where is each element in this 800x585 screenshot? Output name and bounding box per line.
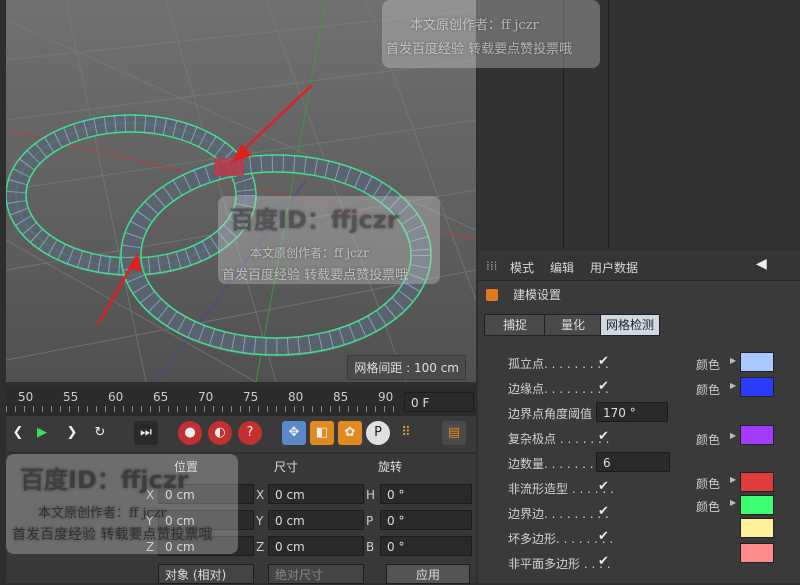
bad-polygons-checkbox[interactable]: ✔ bbox=[598, 529, 609, 544]
expand-triangle-icon[interactable]: ▶ bbox=[730, 498, 736, 507]
timeline-tick: 55 bbox=[63, 390, 79, 404]
rotation-h-field[interactable]: 0 ° bbox=[380, 484, 472, 504]
timeline-tick: 90 bbox=[378, 390, 394, 404]
size-z-field[interactable]: 0 cm bbox=[268, 536, 364, 556]
axis-label: Z bbox=[256, 540, 265, 554]
timeline-tick: 70 bbox=[198, 390, 214, 404]
watermark-brand: 百度ID：ffjczr bbox=[20, 466, 189, 494]
back-arrow-icon[interactable]: ◀ bbox=[756, 256, 767, 272]
rotation-b-field[interactable]: 0 ° bbox=[380, 536, 472, 556]
isolated-points-checkbox[interactable]: ✔ bbox=[598, 354, 609, 369]
boundary-points-checkbox[interactable]: ✔ bbox=[598, 379, 609, 394]
complex-poles-checkbox[interactable]: ✔ bbox=[598, 429, 609, 444]
panel-divider bbox=[608, 0, 609, 248]
tab-mesh-check[interactable]: 网格检测 bbox=[600, 314, 660, 336]
rotate-key-icon[interactable]: ✿ bbox=[338, 421, 362, 445]
non-manifold-color-swatch[interactable] bbox=[740, 472, 774, 492]
non-planar-color-swatch[interactable] bbox=[740, 543, 774, 563]
section-title: 建模设置 bbox=[513, 288, 562, 302]
film-strip-icon[interactable]: ▤ bbox=[442, 421, 466, 445]
timeline-tick: 65 bbox=[153, 390, 169, 404]
axis-label: H bbox=[366, 488, 376, 502]
apply-button[interactable]: 应用 bbox=[386, 564, 470, 584]
color-label: 颜色 bbox=[696, 477, 721, 491]
help-icon[interactable]: ? bbox=[238, 421, 262, 445]
non-manifold-checkbox[interactable]: ✔ bbox=[598, 479, 609, 494]
timeline-tick: 85 bbox=[333, 390, 349, 404]
axis-label: Y bbox=[256, 514, 264, 528]
current-frame-field[interactable]: 0 F bbox=[404, 392, 474, 412]
scale-key-icon[interactable]: ◧ bbox=[310, 421, 334, 445]
row-boundary-angle-label: 边界点角度阈值 bbox=[508, 407, 593, 421]
menu-mode[interactable]: 模式 bbox=[510, 259, 534, 276]
watermark-author: 本文原创作者：ff jczr bbox=[250, 246, 369, 260]
size-y-field[interactable]: 0 cm bbox=[268, 510, 364, 530]
rotation-header: 旋转 bbox=[378, 460, 403, 474]
size-header: 尺寸 bbox=[274, 460, 299, 474]
autokey-icon[interactable]: ◐ bbox=[208, 421, 232, 445]
size-mode-select[interactable]: 绝对尺寸 bbox=[268, 564, 364, 584]
color-label: 颜色 bbox=[696, 433, 721, 447]
point-level-icon[interactable]: ⠿ bbox=[394, 421, 418, 445]
timeline-tick: 60 bbox=[108, 390, 124, 404]
transport-toolbar: ❮ ▶ ❯ ↻ ⏭ ● ◐ ? ✥ ◧ ✿ P ⠿ ▤ bbox=[6, 416, 476, 452]
expand-triangle-icon[interactable]: ▶ bbox=[730, 381, 736, 390]
menu-user-data[interactable]: 用户数据 bbox=[590, 259, 638, 276]
color-label: 颜色 bbox=[696, 383, 721, 397]
non-planar-checkbox[interactable]: ✔ bbox=[598, 554, 609, 569]
watermark-notice: 首发百度经验 转载要点赞投票哦 bbox=[12, 527, 213, 543]
rotation-p-field[interactable]: 0 ° bbox=[380, 510, 472, 530]
watermark-notice: 首发百度经验 转载要点赞投票哦 bbox=[386, 42, 573, 57]
tab-quantize[interactable]: 量化 bbox=[544, 314, 602, 336]
row-non-planar-label: 非平面多边形 . . . . bbox=[508, 557, 611, 571]
axis-label: B bbox=[366, 540, 375, 554]
boundary-edges-color-swatch[interactable] bbox=[740, 495, 774, 515]
watermark-author: 本文原创作者：ff jczr bbox=[410, 18, 539, 33]
expand-triangle-icon[interactable]: ▶ bbox=[730, 356, 736, 365]
timeline-tick: 50 bbox=[18, 390, 34, 404]
boundary-edges-checkbox[interactable]: ✔ bbox=[598, 504, 609, 519]
row-isolated-points-label: 孤立点. . . . . . . . . bbox=[508, 357, 609, 371]
edge-count-field[interactable]: 6 bbox=[596, 452, 670, 472]
attribute-manager: ⁞⁞⁞ 模式 编辑 用户数据 ◀ 建模设置 捕捉 量化 网格检测 孤立点. . … bbox=[478, 250, 800, 583]
watermark-brand: 百度ID：ffjczr bbox=[230, 206, 399, 234]
expand-triangle-icon[interactable]: ▶ bbox=[730, 475, 736, 484]
play-icon[interactable]: ▶ bbox=[30, 421, 54, 445]
tab-snap[interactable]: 捕捉 bbox=[484, 314, 546, 336]
menu-edit[interactable]: 编辑 bbox=[550, 259, 574, 276]
watermark-backdrop bbox=[382, 0, 600, 68]
row-boundary-points-label: 边缘点. . . . . . . . . bbox=[508, 382, 609, 396]
boundary-angle-field[interactable]: 170 ° bbox=[596, 402, 668, 422]
timeline-ticks bbox=[6, 406, 401, 412]
isolated-points-color-swatch[interactable] bbox=[740, 352, 774, 372]
coordinate-mode-select[interactable]: 对象 (相对) bbox=[158, 564, 254, 584]
grip-icon: ⁞⁞⁞ bbox=[486, 259, 498, 273]
grid-spacing-label: 网格间距 : 100 cm bbox=[347, 355, 466, 380]
complex-poles-color-swatch[interactable] bbox=[740, 425, 774, 445]
parameter-key-icon[interactable]: P bbox=[366, 421, 390, 445]
step-forward-icon[interactable]: ❯ bbox=[60, 421, 84, 445]
timeline-tick: 80 bbox=[288, 390, 304, 404]
boundary-points-color-swatch[interactable] bbox=[740, 377, 774, 397]
modeling-settings-icon bbox=[486, 289, 498, 301]
record-keyframe-icon[interactable]: ● bbox=[178, 421, 202, 445]
color-label: 颜色 bbox=[696, 500, 721, 514]
timeline-tick: 75 bbox=[243, 390, 259, 404]
expand-triangle-icon[interactable]: ▶ bbox=[730, 431, 736, 440]
row-complex-poles-label: 复杂极点 . . . . . . . bbox=[508, 432, 610, 446]
step-back-icon[interactable]: ❮ bbox=[6, 421, 30, 445]
size-x-field[interactable]: 0 cm bbox=[268, 484, 364, 504]
watermark-notice: 首发百度经验 转载要点赞投票哦 bbox=[222, 268, 409, 283]
axis-label: X bbox=[256, 488, 265, 502]
watermark-author: 本文原创作者：ff jczr bbox=[38, 506, 167, 521]
row-boundary-edges-label: 边界边. . . . . . . . . bbox=[508, 507, 609, 521]
go-to-end-icon[interactable]: ⏭ bbox=[134, 421, 158, 445]
loop-icon[interactable]: ↻ bbox=[88, 421, 112, 445]
move-key-icon[interactable]: ✥ bbox=[282, 421, 306, 445]
attribute-menubar: ⁞⁞⁞ 模式 编辑 用户数据 ◀ bbox=[478, 250, 800, 281]
color-label: 颜色 bbox=[696, 358, 721, 372]
bad-polygons-color-swatch[interactable] bbox=[740, 518, 774, 538]
axis-label: P bbox=[366, 514, 374, 528]
row-edge-count-label: 边数量. . . . . . . . . bbox=[508, 457, 609, 471]
